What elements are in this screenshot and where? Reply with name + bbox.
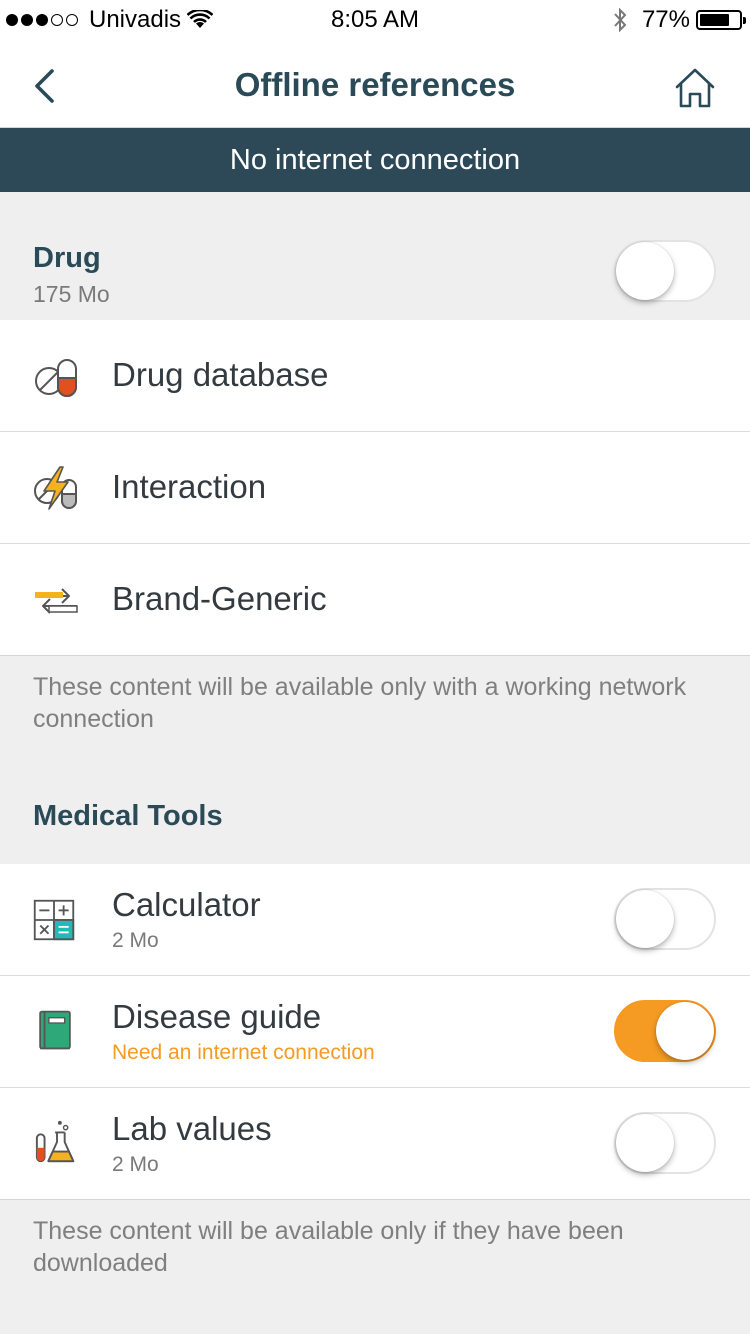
toggle-knob: [616, 890, 674, 948]
list-item-label: Calculator: [112, 886, 261, 923]
status-bar: Univadis 8:05 AM 77%: [0, 0, 750, 40]
section-size-drug: 175 Mo: [33, 281, 110, 307]
tools-section-note: These content will be available only if …: [33, 1217, 624, 1277]
list-item-label: Drug database: [112, 356, 329, 393]
toggle-knob: [616, 242, 674, 300]
calculator-icon: [33, 899, 75, 941]
nav-bar: Offline references: [0, 40, 750, 128]
list-item-label: Lab values: [112, 1110, 272, 1147]
drug-offline-toggle[interactable]: [614, 240, 716, 302]
list-item-calculator[interactable]: Calculator 2 Mo: [0, 864, 750, 976]
section-title-drug: Drug: [33, 242, 101, 274]
drug-section-header: Drug 175 Mo: [0, 192, 750, 320]
home-icon[interactable]: [674, 66, 716, 110]
list-item-label: Brand-Generic: [112, 580, 327, 617]
disease-guide-toggle[interactable]: [614, 1000, 716, 1062]
list-item-sub: Need an internet connection: [112, 1041, 375, 1064]
toggle-knob: [656, 1002, 714, 1060]
book-icon: [39, 1010, 71, 1050]
list-item-sub: 2 Mo: [112, 1153, 159, 1176]
lab-values-toggle[interactable]: [614, 1112, 716, 1174]
lab-flask-icon: [35, 1120, 75, 1163]
list-item-disease-guide[interactable]: Disease guide Need an internet connectio…: [0, 976, 750, 1088]
list-item-drug-database[interactable]: Drug database: [0, 320, 750, 432]
calculator-toggle[interactable]: [614, 888, 716, 950]
section-title-tools: Medical Tools: [33, 800, 223, 832]
bluetooth-icon: [614, 7, 627, 33]
tools-list: Calculator 2 Mo Disease guide Need an in…: [0, 864, 750, 1200]
swap-arrows-icon: [35, 588, 78, 614]
status-right: 77%: [612, 6, 746, 34]
tools-section-header: Medical Tools: [0, 760, 750, 864]
list-item-interaction[interactable]: Interaction: [0, 432, 750, 544]
drug-section-note: These content will be available only wit…: [33, 673, 687, 733]
drug-list: Drug database Interaction Brand-Generic: [0, 320, 750, 656]
list-item-label: Interaction: [112, 468, 267, 505]
pill-capsule-icon: [35, 359, 77, 397]
list-item-lab-values[interactable]: Lab values 2 Mo: [0, 1088, 750, 1200]
battery-icon: [696, 10, 746, 30]
interaction-bolt-icon: [34, 466, 77, 510]
toggle-knob: [616, 1114, 674, 1172]
list-item-brand-generic[interactable]: Brand-Generic: [0, 544, 750, 656]
list-item-sub: 2 Mo: [112, 929, 159, 952]
page-title: Offline references: [234, 66, 516, 103]
offline-banner: No internet connection: [0, 128, 750, 192]
list-item-label: Disease guide: [112, 998, 322, 1035]
battery-percent: 77%: [641, 6, 690, 33]
